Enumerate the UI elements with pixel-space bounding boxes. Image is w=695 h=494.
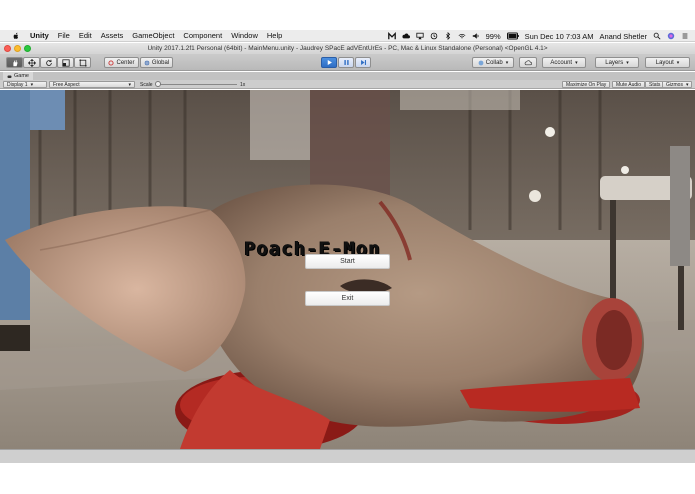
move-tool-button[interactable] xyxy=(23,57,40,68)
mute-audio-toggle[interactable]: Mute Audio xyxy=(612,81,646,88)
apple-icon[interactable] xyxy=(12,32,20,40)
time-machine-icon[interactable] xyxy=(430,32,438,40)
menu-assets[interactable]: Assets xyxy=(101,31,124,40)
start-button[interactable]: Start xyxy=(305,254,390,269)
pivot-toggle-button[interactable]: Center xyxy=(104,57,139,68)
collab-icon xyxy=(478,60,484,65)
scale-tool-button[interactable] xyxy=(57,57,74,68)
scale-value: 1x xyxy=(240,82,246,88)
play-icon xyxy=(327,60,332,65)
window-minimize-button[interactable] xyxy=(14,45,21,52)
malwarebytes-icon[interactable] xyxy=(387,32,396,40)
collab-label: Collab xyxy=(485,59,503,66)
chevron-down-icon: ▾ xyxy=(676,59,680,66)
menu-help[interactable]: Help xyxy=(267,31,282,40)
maximize-on-play-toggle[interactable]: Maximize On Play xyxy=(562,81,611,88)
account-label: Account xyxy=(550,59,573,66)
volume-icon[interactable] xyxy=(472,32,480,40)
account-dropdown[interactable]: Account ▾ xyxy=(542,57,586,68)
siri-icon[interactable] xyxy=(667,32,675,40)
pause-button[interactable] xyxy=(338,57,354,68)
step-forward-icon xyxy=(360,60,366,65)
gamepad-icon xyxy=(7,75,12,78)
move-arrows-icon xyxy=(27,58,36,67)
rotate-icon xyxy=(45,59,52,66)
hand-icon xyxy=(12,59,17,66)
window-bottom-bar xyxy=(0,449,695,463)
main-menu-background-image xyxy=(0,90,695,449)
pivot-label: Center xyxy=(116,59,135,66)
play-button[interactable] xyxy=(321,57,337,68)
scale-icon xyxy=(61,58,70,67)
pivot-icon xyxy=(108,59,115,66)
chevron-down-icon: ▾ xyxy=(626,59,629,66)
display-dropdown[interactable]: Display 1 ▾ xyxy=(3,81,47,88)
battery-percent: 99% xyxy=(485,31,501,41)
spotlight-search-icon[interactable] xyxy=(653,32,661,40)
collab-button[interactable]: Collab ▾ xyxy=(472,57,514,68)
aspect-dropdown[interactable]: Free Aspect ▾ xyxy=(49,81,135,88)
menubar-user[interactable]: Anand Shetler xyxy=(599,32,647,41)
notification-center-icon[interactable] xyxy=(681,32,689,40)
cloud-icon[interactable] xyxy=(402,32,410,40)
cloud-services-button[interactable] xyxy=(519,57,537,68)
cloud-outline-icon xyxy=(524,60,532,66)
window-title: Unity 2017.1.2f1 Personal (64bit) - Main… xyxy=(147,45,548,52)
chevron-down-icon: ▾ xyxy=(575,59,578,66)
window-zoom-button[interactable] xyxy=(24,45,31,52)
unity-toolbar: Center Global Collab ▾ Account ▾ Layers ▾ xyxy=(0,54,695,71)
start-button-label: Start xyxy=(340,258,355,265)
scale-label: Scale xyxy=(140,82,153,88)
mute-label: Mute Audio xyxy=(616,81,642,88)
stats-label: Stats xyxy=(649,81,661,88)
scale-slider-thumb[interactable] xyxy=(155,81,161,87)
menu-file[interactable]: File xyxy=(58,31,70,40)
layers-dropdown[interactable]: Layers ▾ xyxy=(595,57,639,68)
rect-tool-icon xyxy=(78,58,87,67)
display-label: Display 1 xyxy=(7,81,28,88)
pause-icon xyxy=(343,60,349,65)
exit-button-label: Exit xyxy=(341,295,354,302)
layout-dropdown[interactable]: Layout ▾ xyxy=(645,57,690,68)
gizmos-label: Gizmos xyxy=(666,81,683,88)
menu-gameobject[interactable]: GameObject xyxy=(132,31,174,40)
scale-slider-track[interactable] xyxy=(157,84,237,85)
game-viewport[interactable]: Poach-E-Mon Start Exit xyxy=(0,90,695,449)
screen: Unity File Edit Assets GameObject Compon… xyxy=(0,0,695,494)
window-titlebar: Unity 2017.1.2f1 Personal (64bit) - Main… xyxy=(0,43,695,54)
exit-button[interactable]: Exit xyxy=(305,291,390,306)
hand-tool-button[interactable] xyxy=(6,57,23,68)
step-button[interactable] xyxy=(355,57,371,68)
chevron-down-icon: ▾ xyxy=(30,81,34,88)
chevron-down-icon: ▾ xyxy=(505,59,509,66)
window-close-button[interactable] xyxy=(4,45,11,52)
menubar-clock[interactable]: Sun Dec 10 7:03 AM xyxy=(525,32,594,41)
aspect-label: Free Aspect xyxy=(53,81,80,88)
rect-tool-button[interactable] xyxy=(74,57,91,68)
chevron-down-icon: ▾ xyxy=(685,81,689,88)
menu-unity[interactable]: Unity xyxy=(30,31,49,40)
tab-game[interactable]: Game xyxy=(3,72,33,80)
menu-edit[interactable]: Edit xyxy=(79,31,92,40)
gizmos-dropdown[interactable]: Gizmos ▾ xyxy=(662,81,693,88)
airplay-icon[interactable] xyxy=(416,32,424,40)
mac-menubar: Unity File Edit Assets GameObject Compon… xyxy=(0,30,695,42)
chevron-down-icon: ▾ xyxy=(128,81,131,88)
bluetooth-icon[interactable] xyxy=(444,32,452,40)
layout-label: Layout xyxy=(655,59,674,66)
battery-icon[interactable] xyxy=(506,32,519,40)
menu-component[interactable]: Component xyxy=(183,31,222,40)
layers-label: Layers xyxy=(605,59,624,66)
rotate-tool-button[interactable] xyxy=(40,57,57,68)
space-toggle-button[interactable]: Global xyxy=(140,57,173,68)
space-label: Global xyxy=(151,59,170,66)
globe-icon xyxy=(144,60,150,65)
wifi-icon[interactable] xyxy=(458,32,466,40)
menu-window[interactable]: Window xyxy=(231,31,258,40)
game-tab-label: Game xyxy=(14,73,29,79)
maximize-label: Maximize On Play xyxy=(566,81,607,88)
game-view-controlbar: Display 1 ▾ Free Aspect ▾ Scale 1x Maximi… xyxy=(0,80,695,89)
game-view-header: Game xyxy=(0,72,695,80)
